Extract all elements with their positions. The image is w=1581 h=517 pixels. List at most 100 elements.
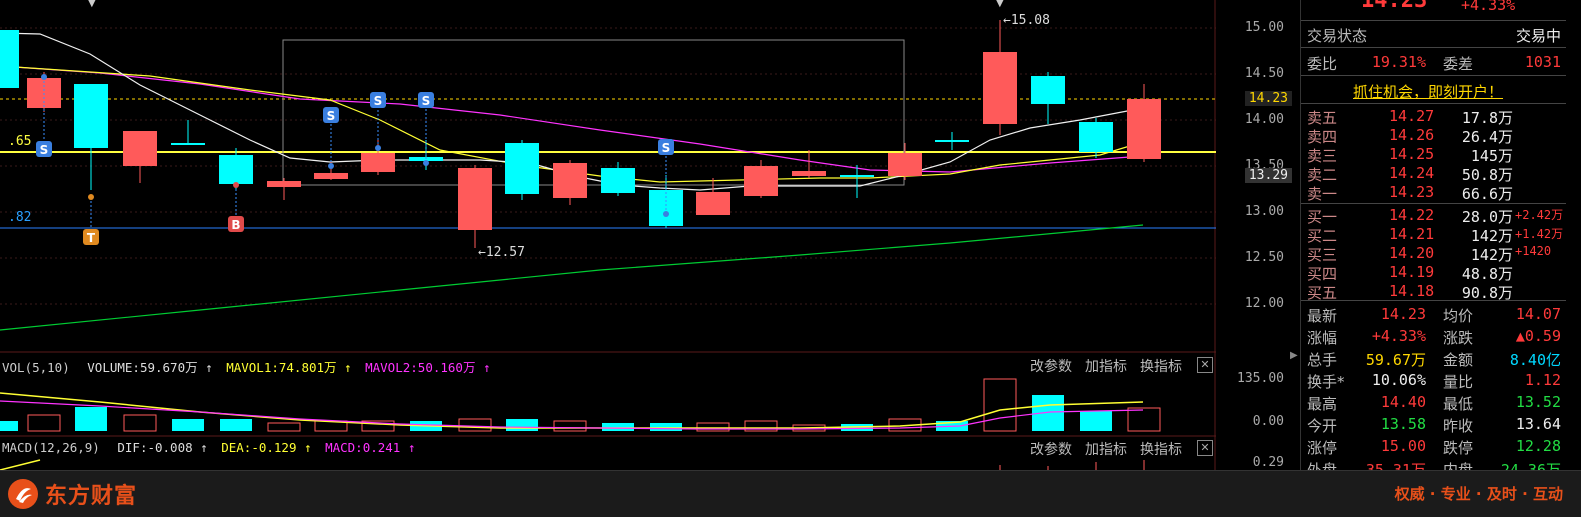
signal-label: S — [662, 141, 671, 155]
candle-body — [935, 140, 969, 142]
ask-level-label: 卖一 — [1307, 185, 1338, 203]
volume-bar — [506, 419, 538, 431]
candle-body — [1079, 122, 1113, 152]
bid-volume: 142万 — [1470, 246, 1513, 264]
footer-bar: 东方财富 权威 · 专业 · 及时 · 互动 — [0, 470, 1581, 517]
vol-name: VOL(5,10) — [2, 360, 70, 375]
stat-value: 1.12 — [1524, 371, 1561, 389]
candle-body — [458, 168, 492, 230]
ask-volume: 26.4万 — [1461, 128, 1513, 146]
ask-row[interactable]: 卖四 14.26 26.4万 — [1301, 126, 1566, 146]
bid-price: 14.20 — [1389, 244, 1435, 262]
axis-label: 14.00 — [1244, 112, 1284, 127]
macd-add-indicator-button[interactable]: 加指标 — [1085, 439, 1127, 459]
stat-label: 今开 — [1307, 417, 1338, 435]
ask-price: 14.24 — [1389, 164, 1435, 182]
vol-axis-label: 0.00 — [1252, 414, 1284, 429]
trade-status-label: 交易状态 — [1307, 27, 1368, 45]
stat-label: 最低 — [1443, 395, 1474, 413]
stat-value: 14.40 — [1380, 393, 1426, 411]
brand-logo[interactable]: 东方财富 — [8, 477, 137, 511]
kline-chart[interactable]: ←15.08 ←12.57 .65 .82 ▼ ▼ S S S S S B T — [0, 0, 1216, 470]
ask-price: 14.23 — [1389, 183, 1435, 201]
candle-body — [219, 155, 253, 184]
bid-row[interactable]: 买五 14.18 90.8万 — [1301, 282, 1566, 302]
stat-label: 换手* — [1307, 373, 1345, 391]
vol-switch-indicator-button[interactable]: 换指标 — [1140, 356, 1182, 376]
header-change: +4.33% — [1461, 0, 1516, 14]
header-price: 14.23 — [1361, 0, 1428, 13]
bid-row[interactable]: 买四 14.19 48.8万 — [1301, 263, 1566, 283]
ask-row[interactable]: 卖二 14.24 50.8万 — [1301, 164, 1566, 184]
vol-close-icon[interactable]: ✕ — [1197, 357, 1213, 373]
volume-bar — [553, 420, 587, 432]
bid-row[interactable]: 买二 14.21 142万 +1.42万 — [1301, 225, 1566, 245]
volume-bar — [1127, 407, 1161, 432]
volume-bar — [27, 414, 61, 432]
bid-level-label: 买二 — [1307, 227, 1338, 245]
candlesticks — [0, 20, 1161, 248]
bid-row[interactable]: 买一 14.22 28.0万 +2.42万 — [1301, 206, 1566, 226]
low-annotation: ←12.57 — [478, 245, 525, 260]
stat-row: 最新 14.23 均价 14.07 — [1301, 305, 1561, 325]
candle-body — [74, 84, 108, 148]
dif-value: DIF:-0.008 ↑ — [117, 440, 208, 455]
ask-row[interactable]: 卖一 14.23 66.6万 — [1301, 183, 1566, 203]
ask-level-label: 卖三 — [1307, 147, 1338, 165]
stat-value: 13.64 — [1515, 415, 1561, 433]
volume-indicator-title: VOL(5,10) VOLUME:59.670万 ↑ MAVOL1:74.801… — [2, 357, 491, 376]
candle-body — [553, 163, 587, 198]
volume-bar — [172, 419, 204, 431]
open-account-link[interactable]: 抓住机会，即刻开户！ — [1353, 81, 1503, 102]
ask-level-label: 卖二 — [1307, 166, 1338, 184]
stat-row: 涨幅 +4.33% 涨跌 ▲0.59 — [1301, 327, 1561, 347]
current-price-tag: 14.23 — [1244, 91, 1292, 106]
diff-value: 1031 — [1524, 53, 1561, 71]
bid-change: +1420 — [1515, 244, 1552, 258]
brand-name: 东方财富 — [45, 484, 138, 509]
bid-row[interactable]: 买三 14.20 142万 +1420 — [1301, 244, 1566, 264]
signal-label: B — [231, 218, 240, 232]
signal-label: S — [374, 94, 383, 108]
signal-label: T — [87, 231, 96, 245]
stat-row: 总手 59.67万 金额 8.40亿 — [1301, 349, 1561, 369]
mavol1-value: MAVOL1:74.801万 ↑ — [226, 360, 352, 375]
signal-label: S — [327, 109, 336, 123]
candle-body — [840, 175, 874, 177]
volume-bar — [75, 407, 107, 431]
left-label-yellow: .65 — [8, 134, 31, 149]
stat-label: 涨跌 — [1443, 329, 1474, 347]
stat-value: 10.06% — [1371, 371, 1426, 389]
vol-add-indicator-button[interactable]: 加指标 — [1085, 356, 1127, 376]
stat-label: 量比 — [1443, 373, 1474, 391]
stat-label: 涨停 — [1307, 439, 1338, 457]
brand-icon — [8, 479, 38, 509]
stat-label: 总手 — [1307, 351, 1338, 369]
ask-row[interactable]: 卖三 14.25 145万 — [1301, 145, 1566, 165]
candle-body — [361, 153, 395, 172]
volume-bar — [458, 418, 492, 432]
stat-value: 14.23 — [1380, 305, 1426, 323]
quote-panel: 14.23 +4.33% 交易状态 交易中 委比 19.31% 委差 1031 … — [1300, 0, 1581, 479]
ratio-value: 19.31% — [1371, 53, 1426, 71]
high-annotation: ←15.08 — [1003, 13, 1050, 28]
candle-body — [1031, 76, 1065, 104]
candle-body — [0, 30, 19, 88]
mavol2-value: MAVOL2:50.160万 ↑ — [365, 360, 491, 375]
macd-close-icon[interactable]: ✕ — [1197, 440, 1213, 456]
macd-edit-params-button[interactable]: 改参数 — [1030, 439, 1072, 459]
ask-volume: 17.8万 — [1461, 109, 1513, 127]
macd-switch-indicator-button[interactable]: 换指标 — [1140, 439, 1182, 459]
vol-edit-params-button[interactable]: 改参数 — [1030, 356, 1072, 376]
volume-bar — [696, 422, 730, 432]
stat-value: 12.28 — [1515, 437, 1561, 455]
axis-label: 12.50 — [1244, 250, 1284, 265]
stat-value: +4.33% — [1371, 327, 1426, 345]
candle-body — [171, 143, 205, 145]
stat-value: 13.58 — [1380, 415, 1426, 433]
macd-value: MACD:0.241 ↑ — [325, 440, 416, 455]
collapse-panel-icon[interactable]: ▶ — [1290, 350, 1298, 368]
stat-label: 均价 — [1443, 307, 1474, 325]
ask-row[interactable]: 卖五 14.27 17.8万 — [1301, 107, 1566, 127]
volume-bar — [267, 422, 301, 432]
